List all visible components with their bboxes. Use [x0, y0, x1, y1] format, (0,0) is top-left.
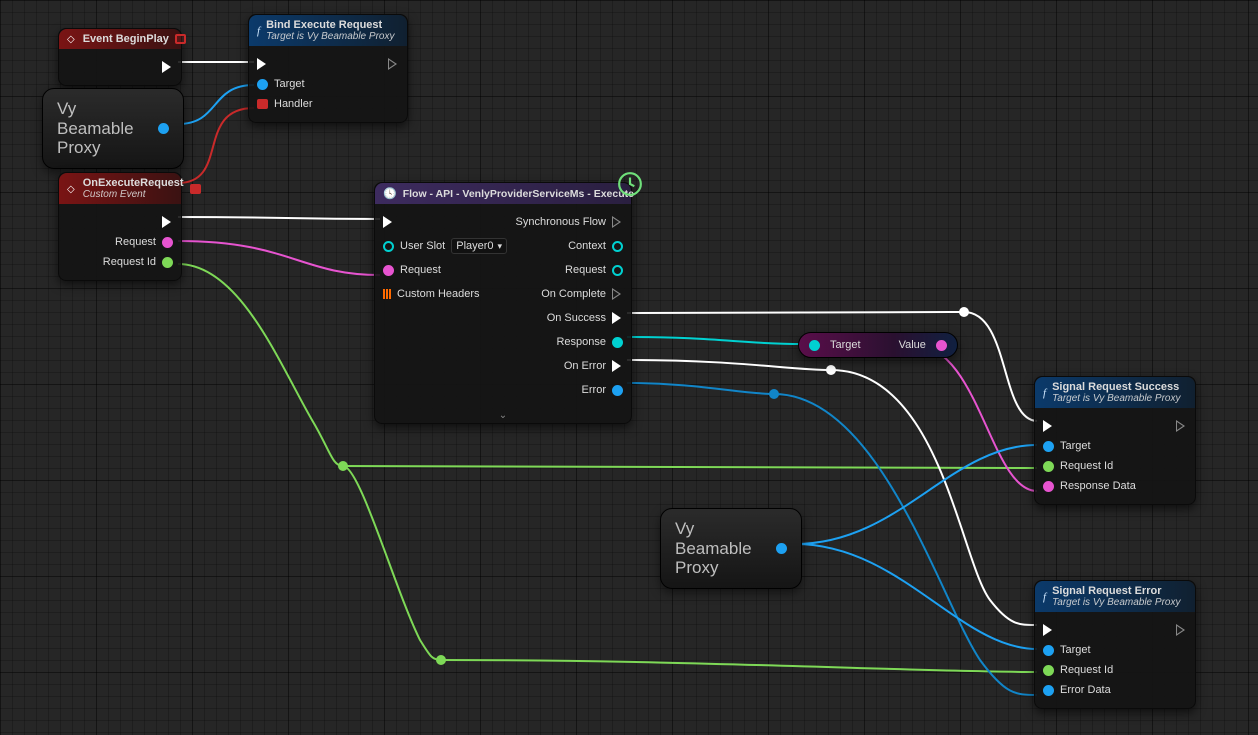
request-label: Request	[115, 236, 156, 248]
expand-toggle[interactable]: ⌄	[375, 408, 631, 423]
node-header: f Bind Execute Request Target is Vy Beam…	[249, 15, 407, 46]
node-signal-request-error[interactable]: f Signal Request Error Target is Vy Beam…	[1034, 580, 1196, 709]
node-subtitle: Target is Vy Beamable Proxy	[1052, 393, 1180, 404]
node-header: Event BeginPlay	[59, 29, 181, 49]
value-out-pin[interactable]	[936, 340, 947, 351]
target-label: Target	[1060, 440, 1091, 452]
node-flow-execute[interactable]: 🕓 Flow - API - VenlyProviderServiceMs - …	[374, 182, 632, 424]
request-pin[interactable]	[162, 237, 173, 248]
errordata-label: Error Data	[1060, 684, 1111, 696]
response-pin[interactable]	[612, 337, 623, 348]
onerror-pin[interactable]	[612, 360, 623, 372]
requestid-pin[interactable]	[1043, 461, 1054, 472]
exec-out-pin[interactable]	[1176, 624, 1187, 636]
requestid-label: Request Id	[1060, 460, 1113, 472]
node-title: Signal Request Success	[1052, 381, 1179, 393]
node-pure-convert[interactable]: Target Value	[798, 332, 958, 358]
exec-in-pin[interactable]	[1043, 624, 1054, 636]
target-in-pin[interactable]	[809, 340, 820, 351]
delegate-pin[interactable]	[190, 184, 201, 194]
error-label: Error	[582, 384, 606, 396]
node-bind-execute-request[interactable]: f Bind Execute Request Target is Vy Beam…	[248, 14, 408, 123]
node-header: OnExecuteRequest Custom Event	[59, 173, 181, 204]
event-icon	[67, 33, 77, 45]
node-event-beginplay[interactable]: Event BeginPlay	[58, 28, 182, 86]
requestid-pin[interactable]	[1043, 665, 1054, 676]
exec-out-pin[interactable]	[162, 216, 173, 228]
errordata-pin[interactable]	[1043, 685, 1054, 696]
exec-in-pin[interactable]	[1043, 420, 1054, 432]
value-out-pin[interactable]	[776, 543, 787, 554]
oncomplete-pin[interactable]	[612, 288, 623, 300]
node-subtitle: Target is Vy Beamable Proxy	[266, 31, 394, 42]
target-pin[interactable]	[257, 79, 268, 90]
node-header: f Signal Request Success Target is Vy Be…	[1035, 377, 1195, 408]
userslot-value: Player0	[456, 240, 493, 252]
value-label: Value	[899, 339, 926, 351]
userslot-label: User Slot	[400, 240, 445, 252]
handler-pin[interactable]	[257, 99, 268, 109]
userslot-dropdown[interactable]: Player0 ▾	[451, 238, 507, 254]
target-label: Target	[830, 339, 861, 351]
responsedata-label: Response Data	[1060, 480, 1136, 492]
syncflow-pin[interactable]	[612, 216, 623, 228]
context-pin[interactable]	[612, 241, 623, 252]
node-header: f Signal Request Error Target is Vy Beam…	[1035, 581, 1195, 612]
context-label: Context	[568, 240, 606, 252]
outrequest-pin[interactable]	[612, 265, 623, 276]
error-pin[interactable]	[612, 385, 623, 396]
node-signal-request-success[interactable]: f Signal Request Success Target is Vy Be…	[1034, 376, 1196, 505]
onsuccess-label: On Success	[547, 312, 606, 324]
node-title: Event BeginPlay	[83, 33, 169, 45]
value-out-pin[interactable]	[158, 123, 169, 134]
node-title: Flow - API - VenlyProviderServiceMs - Ex…	[403, 188, 634, 200]
variable-label: Vy Beamable Proxy	[675, 519, 752, 578]
onerror-label: On Error	[564, 360, 606, 372]
requestid-pin[interactable]	[162, 257, 173, 268]
node-subtitle: Custom Event	[83, 189, 184, 200]
userslot-pin[interactable]	[383, 241, 394, 252]
exec-in-pin[interactable]	[257, 58, 268, 70]
array-icon	[383, 289, 391, 299]
node-title: Bind Execute Request	[266, 19, 382, 31]
function-icon: f	[1043, 591, 1046, 603]
request-label: Request	[400, 264, 441, 276]
requestid-label: Request Id	[1060, 664, 1113, 676]
exec-out-pin[interactable]	[388, 58, 399, 70]
onsuccess-pin[interactable]	[612, 312, 623, 324]
target-label: Target	[274, 78, 305, 90]
chevron-down-icon: ▾	[498, 241, 503, 252]
request-in-pin[interactable]	[383, 265, 394, 276]
node-title: OnExecuteRequest	[83, 177, 184, 189]
variable-label: Vy Beamable Proxy	[57, 99, 134, 158]
response-label: Response	[556, 336, 606, 348]
handler-label: Handler	[274, 98, 313, 110]
target-pin[interactable]	[1043, 441, 1054, 452]
node-subtitle: Target is Vy Beamable Proxy	[1052, 597, 1180, 608]
function-icon: f	[257, 25, 260, 37]
node-header: 🕓 Flow - API - VenlyProviderServiceMs - …	[375, 183, 631, 204]
variable-vy-beamable-proxy[interactable]: Vy Beamable Proxy	[42, 88, 184, 169]
exec-out-pin[interactable]	[1176, 420, 1187, 432]
node-title: Signal Request Error	[1052, 585, 1161, 597]
responsedata-pin[interactable]	[1043, 481, 1054, 492]
event-icon	[67, 183, 77, 195]
target-pin[interactable]	[1043, 645, 1054, 656]
exec-out-pin[interactable]	[162, 61, 173, 73]
oncomplete-label: On Complete	[541, 288, 606, 300]
flow-icon: 🕓	[383, 187, 397, 200]
function-icon: f	[1043, 387, 1046, 399]
requestid-label: Request Id	[103, 256, 156, 268]
customheaders-label: Custom Headers	[397, 288, 480, 300]
variable-vy-beamable-proxy-2[interactable]: Vy Beamable Proxy	[660, 508, 802, 589]
target-label: Target	[1060, 644, 1091, 656]
node-on-execute-request[interactable]: OnExecuteRequest Custom Event Request Re…	[58, 172, 182, 281]
syncflow-label: Synchronous Flow	[516, 216, 607, 228]
delegate-pin[interactable]	[175, 34, 186, 44]
outrequest-label: Request	[565, 264, 606, 276]
exec-in-pin[interactable]	[383, 216, 394, 228]
